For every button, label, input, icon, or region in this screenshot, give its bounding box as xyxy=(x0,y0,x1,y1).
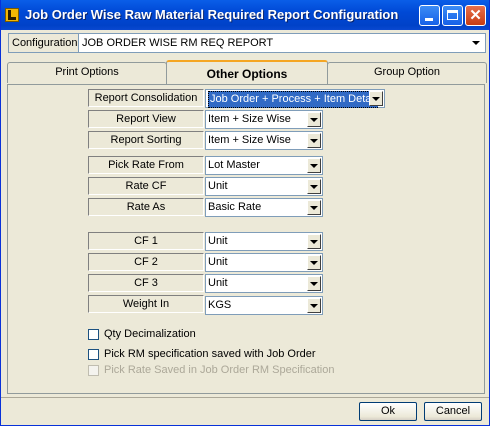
maximize-button[interactable] xyxy=(442,5,463,26)
chevron-down-icon[interactable] xyxy=(307,179,321,194)
cf2-value: Unit xyxy=(208,256,228,268)
checkbox-icon xyxy=(88,365,99,376)
chevron-down-icon[interactable] xyxy=(307,298,321,313)
tab-print-options[interactable]: Print Options xyxy=(7,62,167,83)
close-icon: ✕ xyxy=(469,7,482,24)
cf1-select[interactable]: Unit xyxy=(205,232,323,251)
checkbox-icon[interactable] xyxy=(88,349,99,360)
weight-in-value: KGS xyxy=(208,299,232,311)
chevron-down-icon[interactable] xyxy=(307,276,321,291)
pick-rate-saved-label: Pick Rate Saved in Job Order RM Specific… xyxy=(104,364,335,376)
chevron-down-icon[interactable] xyxy=(307,112,321,127)
config-window: Job Order Wise Raw Material Required Rep… xyxy=(0,0,490,426)
tab-group-option[interactable]: Group Option xyxy=(327,62,487,83)
cf2-select[interactable]: Unit xyxy=(205,253,323,272)
report-sorting-select[interactable]: Item + Size Wise xyxy=(205,131,323,150)
chevron-down-icon[interactable] xyxy=(307,200,321,215)
configuration-value: JOB ORDER WISE RM REQ REPORT xyxy=(82,37,274,49)
chevron-down-icon[interactable] xyxy=(307,158,321,173)
pick-rm-spec-label: Pick RM specification saved with Job Ord… xyxy=(104,348,316,360)
configuration-label: Configuration xyxy=(9,34,79,52)
rate-cf-value: Unit xyxy=(208,180,228,192)
weight-in-label: Weight In xyxy=(88,295,204,313)
cancel-button[interactable]: Cancel xyxy=(424,402,482,421)
report-consolidation-select[interactable]: Job Order + Process + Item Detail xyxy=(205,89,385,108)
minimize-button[interactable] xyxy=(419,5,440,26)
cf1-label: CF 1 xyxy=(88,232,204,250)
configuration-select[interactable]: Configuration JOB ORDER WISE RM REQ REPO… xyxy=(8,33,486,53)
rate-cf-select[interactable]: Unit xyxy=(205,177,323,196)
ok-button[interactable]: Ok xyxy=(359,402,417,421)
rate-as-select[interactable]: Basic Rate xyxy=(205,198,323,217)
weight-in-select[interactable]: KGS xyxy=(205,296,323,315)
maximize-icon xyxy=(447,10,458,20)
tab-strip: Print Options Other Options Group Option xyxy=(5,60,487,85)
cf2-label: CF 2 xyxy=(88,253,204,271)
chevron-down-icon[interactable] xyxy=(307,133,321,148)
close-button[interactable]: ✕ xyxy=(465,5,486,26)
report-sorting-label: Report Sorting xyxy=(88,131,204,149)
rate-cf-label: Rate CF xyxy=(88,177,204,195)
chevron-down-icon[interactable] xyxy=(369,91,383,106)
title-bar[interactable]: Job Order Wise Raw Material Required Rep… xyxy=(1,0,489,30)
chevron-down-icon[interactable] xyxy=(307,234,321,249)
chevron-down-icon[interactable] xyxy=(307,255,321,270)
rate-as-value: Basic Rate xyxy=(208,201,262,213)
chevron-down-icon[interactable] xyxy=(469,35,483,51)
report-view-select[interactable]: Item + Size Wise xyxy=(205,110,323,129)
other-options-panel: Report Consolidation Job Order + Process… xyxy=(7,84,485,394)
cf3-value: Unit xyxy=(208,277,228,289)
report-consolidation-value: Job Order + Process + Item Detail xyxy=(208,91,379,108)
report-view-value: Item + Size Wise xyxy=(208,113,291,125)
rate-as-label: Rate As xyxy=(88,198,204,216)
tab-other-options[interactable]: Other Options xyxy=(166,60,328,84)
pick-rate-from-select[interactable]: Lot Master xyxy=(205,156,323,175)
window-title: Job Order Wise Raw Material Required Rep… xyxy=(25,7,399,22)
cf1-value: Unit xyxy=(208,235,228,247)
checkbox-icon[interactable] xyxy=(88,329,99,340)
qty-decimalization-label: Qty Decimalization xyxy=(104,328,196,340)
minimize-icon xyxy=(425,18,433,21)
divider xyxy=(1,397,489,398)
cf3-select[interactable]: Unit xyxy=(205,274,323,293)
pick-rate-from-value: Lot Master xyxy=(208,159,260,171)
app-icon xyxy=(5,8,19,22)
report-sorting-value: Item + Size Wise xyxy=(208,134,291,146)
pick-rate-from-label: Pick Rate From xyxy=(88,156,204,174)
cf3-label: CF 3 xyxy=(88,274,204,292)
report-consolidation-label: Report Consolidation xyxy=(88,89,204,107)
report-view-label: Report View xyxy=(88,110,204,128)
